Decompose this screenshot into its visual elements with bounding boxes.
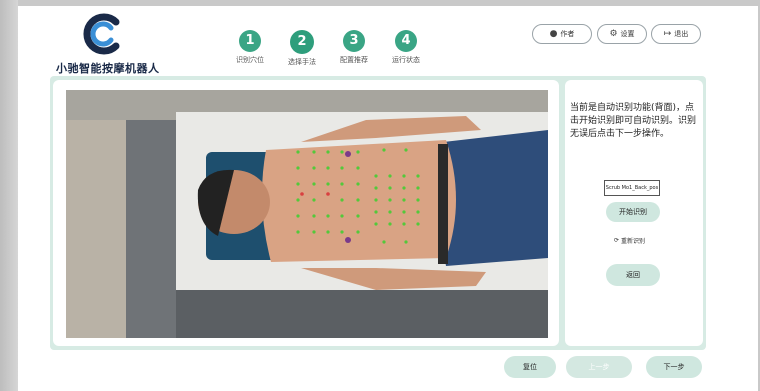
screen-edge [0,0,18,391]
camera-view [66,90,548,338]
step-1[interactable]: 1 识别穴位 [222,30,278,65]
logout-button[interactable]: ↦ 退出 [651,24,701,44]
next-step-button[interactable]: 下一步 [646,356,702,378]
step-2[interactable]: 2 选择手法 [274,30,330,67]
step-indicator: 1 识别穴位 2 选择手法 3 配置推荐 4 运行状态 [222,30,432,70]
step-1-number: 1 [239,30,261,52]
reset-button[interactable]: 复位 [504,356,556,378]
user-icon: ● [549,29,558,39]
prev-step-button[interactable]: 上一步 [566,356,632,378]
back-button[interactable]: 返回 [606,264,660,286]
step-4[interactable]: 4 运行状态 [378,30,434,65]
gear-icon: ⚙ [609,29,618,39]
step-1-label: 识别穴位 [236,56,264,64]
settings-label: 设置 [620,30,635,38]
step-3-number: 3 [343,30,365,52]
start-recognition-button[interactable]: 开始识别 [606,202,660,222]
reselect-label: 重新识别 [621,238,646,245]
step-4-number: 4 [395,30,417,52]
reselect-option[interactable]: ⟳ 重新识别 [614,236,645,245]
user-button[interactable]: ● 作者 [532,24,592,44]
settings-button[interactable]: ⚙ 设置 [597,24,647,44]
user-label: 作者 [560,30,575,38]
logout-label: 退出 [674,30,689,38]
camera-image [66,90,548,338]
logo-icon [83,13,120,55]
logo: 小驰智能按摩机器人 [28,12,159,75]
step-4-label: 运行状态 [392,56,420,64]
step-3-label: 配置推荐 [340,56,368,64]
logo-text: 小驰智能按摩机器人 [56,62,160,75]
step-2-label: 选择手法 [288,58,316,66]
refresh-icon: ⟳ [614,237,620,244]
step-2-number: 2 [290,30,314,54]
mode-select[interactable]: Scrub Mo1_Back_pos [604,180,660,196]
instruction-text: 当前是自动识别功能(背面)，点击开始识别即可自动识别。识别无误后点击下一步操作。 [570,103,697,139]
logout-icon: ↦ [663,29,672,39]
step-3[interactable]: 3 配置推荐 [326,30,382,65]
